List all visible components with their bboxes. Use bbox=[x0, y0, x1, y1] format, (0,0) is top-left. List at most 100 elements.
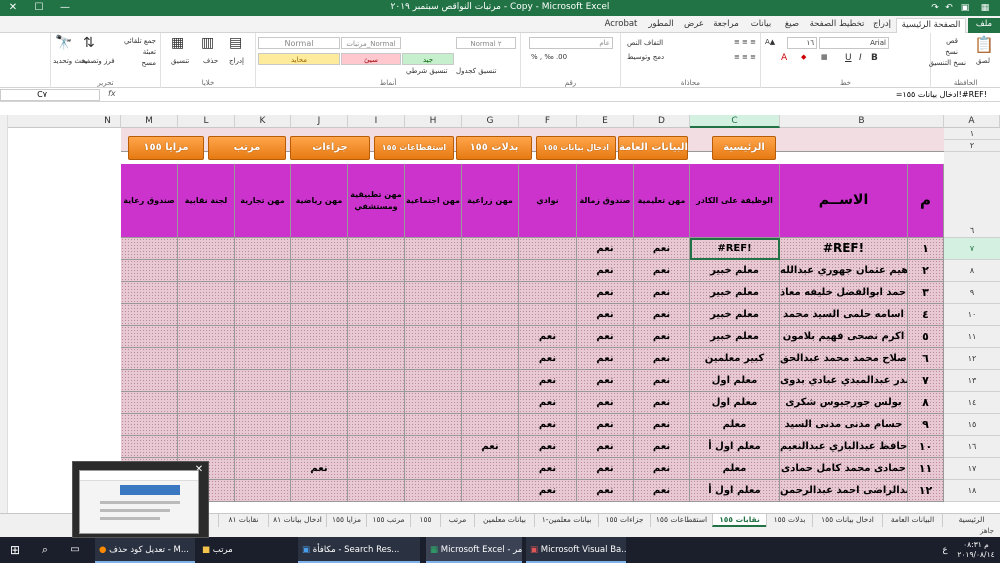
cut-button[interactable]: قص bbox=[946, 37, 958, 45]
cell-i[interactable] bbox=[348, 260, 405, 282]
nav-button-4[interactable]: استقطاعات ١٥٥ bbox=[374, 136, 454, 160]
cell-i[interactable] bbox=[348, 392, 405, 414]
sheet-tab[interactable]: ١٥٥ bbox=[410, 514, 440, 527]
cell-d[interactable]: نعم bbox=[634, 348, 690, 370]
cell-c[interactable]: معلم bbox=[690, 414, 780, 436]
cell-h[interactable] bbox=[405, 326, 462, 348]
taskbar-firefox[interactable]: ● تعديل كود حذف - M... bbox=[95, 537, 195, 563]
cell-e[interactable]: نعم bbox=[577, 348, 634, 370]
cell-m[interactable]: ١٢ bbox=[908, 480, 944, 502]
cell-h[interactable] bbox=[405, 414, 462, 436]
cell-i[interactable] bbox=[348, 304, 405, 326]
cell-b[interactable]: بدرى صلاح محمد محمد عبدالحق bbox=[780, 348, 908, 370]
cell-f[interactable]: نعم bbox=[519, 480, 577, 502]
cell-b[interactable]: بولس جورجيوس شكرى bbox=[780, 392, 908, 414]
cell-h[interactable] bbox=[405, 348, 462, 370]
cell-b[interactable]: حسين حافظ عبدالباري عبدالنعيم bbox=[780, 436, 908, 458]
cell-m[interactable]: ٩ bbox=[908, 414, 944, 436]
cell-d[interactable]: نعم bbox=[634, 392, 690, 414]
cell-b[interactable]: ابراهيم عثمان جهوري عبدالله bbox=[780, 260, 908, 282]
cell-c[interactable]: #REF! bbox=[690, 238, 780, 260]
cell-g[interactable] bbox=[462, 392, 519, 414]
cell-f[interactable]: نعم bbox=[519, 414, 577, 436]
cell-j[interactable] bbox=[291, 414, 348, 436]
fill-button[interactable]: تعبئة bbox=[143, 48, 156, 56]
cell-c[interactable]: معلم اول أ bbox=[690, 480, 780, 502]
sort-filter-icon[interactable]: ⇅ bbox=[83, 35, 95, 51]
cell-j[interactable] bbox=[291, 238, 348, 260]
taskbar-excel[interactable]: ▦ Microsoft Excel - مر... bbox=[426, 537, 522, 563]
borders-icon[interactable]: ▦ bbox=[821, 53, 828, 61]
row-header[interactable]: ٩ bbox=[944, 282, 1000, 304]
vertical-scrollbar[interactable] bbox=[0, 115, 8, 513]
style-neutral[interactable]: محايد bbox=[258, 53, 340, 65]
cell-l[interactable] bbox=[178, 436, 235, 458]
cell-f[interactable] bbox=[519, 304, 577, 326]
style-normal-payroll[interactable]: مرتبات_Normal bbox=[341, 37, 401, 49]
row-header[interactable]: ١٧ bbox=[944, 458, 1000, 480]
cell-m[interactable]: ١١ bbox=[908, 458, 944, 480]
sheet-tab[interactable]: مزايا ١٥٥ bbox=[326, 514, 366, 527]
cell-b[interactable]: حسام مدنى مدنى السيد bbox=[780, 414, 908, 436]
cell-i[interactable] bbox=[348, 238, 405, 260]
sheet-tab[interactable]: البيانات العامة bbox=[882, 514, 942, 527]
cell-b[interactable]: خالد عبدالراضى احمد عبدالرحمن bbox=[780, 480, 908, 502]
cell-c[interactable]: معلم اول bbox=[690, 392, 780, 414]
cell-m[interactable]: ٢ bbox=[908, 260, 944, 282]
row-header[interactable]: ١٤ bbox=[944, 392, 1000, 414]
cell-j[interactable] bbox=[291, 260, 348, 282]
cell-f[interactable]: نعم bbox=[519, 348, 577, 370]
sheet-tab[interactable]: نقابات ١٥٥ bbox=[712, 514, 766, 527]
cell-l[interactable] bbox=[178, 282, 235, 304]
search-icon[interactable]: ⌕ bbox=[34, 537, 56, 563]
cell-b[interactable]: بندر عبدالمبدي عبادي بدوى bbox=[780, 370, 908, 392]
style-normal2[interactable]: Normal ٢ bbox=[456, 37, 516, 49]
style-normal[interactable]: Normal bbox=[258, 37, 340, 49]
cell-k[interactable] bbox=[235, 436, 291, 458]
cell-e[interactable]: نعم bbox=[577, 260, 634, 282]
autosum-button[interactable]: جمع تلقائي bbox=[124, 37, 156, 45]
column-header-c[interactable]: C bbox=[690, 115, 780, 128]
cell-k[interactable] bbox=[235, 260, 291, 282]
cell-e[interactable]: نعم bbox=[577, 304, 634, 326]
cell-h[interactable] bbox=[405, 458, 462, 480]
sheet-tab[interactable]: الرئيسية bbox=[942, 514, 1000, 527]
cell-g[interactable] bbox=[462, 414, 519, 436]
cell-k[interactable] bbox=[235, 348, 291, 370]
minimize-window-button[interactable]: — bbox=[52, 0, 78, 16]
find-select-button[interactable]: بحث وتحديد bbox=[53, 57, 88, 65]
find-select-icon[interactable]: 🔭 bbox=[55, 35, 72, 51]
cell-m[interactable]: ٤ bbox=[908, 304, 944, 326]
cell-l[interactable] bbox=[178, 392, 235, 414]
cell-f[interactable] bbox=[519, 282, 577, 304]
cell-m[interactable] bbox=[121, 326, 178, 348]
row-header[interactable]: ٧ bbox=[944, 238, 1000, 260]
cell-k[interactable] bbox=[235, 458, 291, 480]
sheet-tab[interactable]: مرتب bbox=[440, 514, 474, 527]
wrap-text-button[interactable]: التفاف النص bbox=[627, 39, 663, 47]
nav-button-2[interactable]: ادخال بيانات ١٥٥ bbox=[536, 136, 616, 160]
nav-button-0[interactable]: الرئيسية bbox=[712, 136, 776, 160]
cell-e[interactable]: نعم bbox=[577, 458, 634, 480]
tab-insert[interactable]: إدراج bbox=[868, 18, 896, 33]
cell-i[interactable] bbox=[348, 326, 405, 348]
cell-i[interactable] bbox=[348, 480, 405, 502]
sheet-tab[interactable]: ادخال بيانات ١٥٥ bbox=[812, 514, 882, 527]
cell-j[interactable] bbox=[291, 370, 348, 392]
cell-j[interactable] bbox=[291, 304, 348, 326]
maximize-window-button[interactable]: ☐ bbox=[26, 0, 52, 16]
cell-f[interactable] bbox=[519, 260, 577, 282]
cell-m[interactable]: ١ bbox=[908, 238, 944, 260]
cell-m[interactable] bbox=[121, 238, 178, 260]
cell-e[interactable]: نعم bbox=[577, 326, 634, 348]
cell-m[interactable] bbox=[121, 392, 178, 414]
taskbar-thumbnail-preview[interactable]: ✕ bbox=[72, 461, 209, 538]
cell-k[interactable] bbox=[235, 370, 291, 392]
cell-g[interactable] bbox=[462, 458, 519, 480]
cell-j[interactable] bbox=[291, 282, 348, 304]
cell-k[interactable] bbox=[235, 304, 291, 326]
tab-home[interactable]: الصفحة الرئيسية bbox=[896, 18, 966, 33]
cell-i[interactable] bbox=[348, 348, 405, 370]
cell-c[interactable]: معلم خبير bbox=[690, 282, 780, 304]
cell-d[interactable]: نعم bbox=[634, 436, 690, 458]
